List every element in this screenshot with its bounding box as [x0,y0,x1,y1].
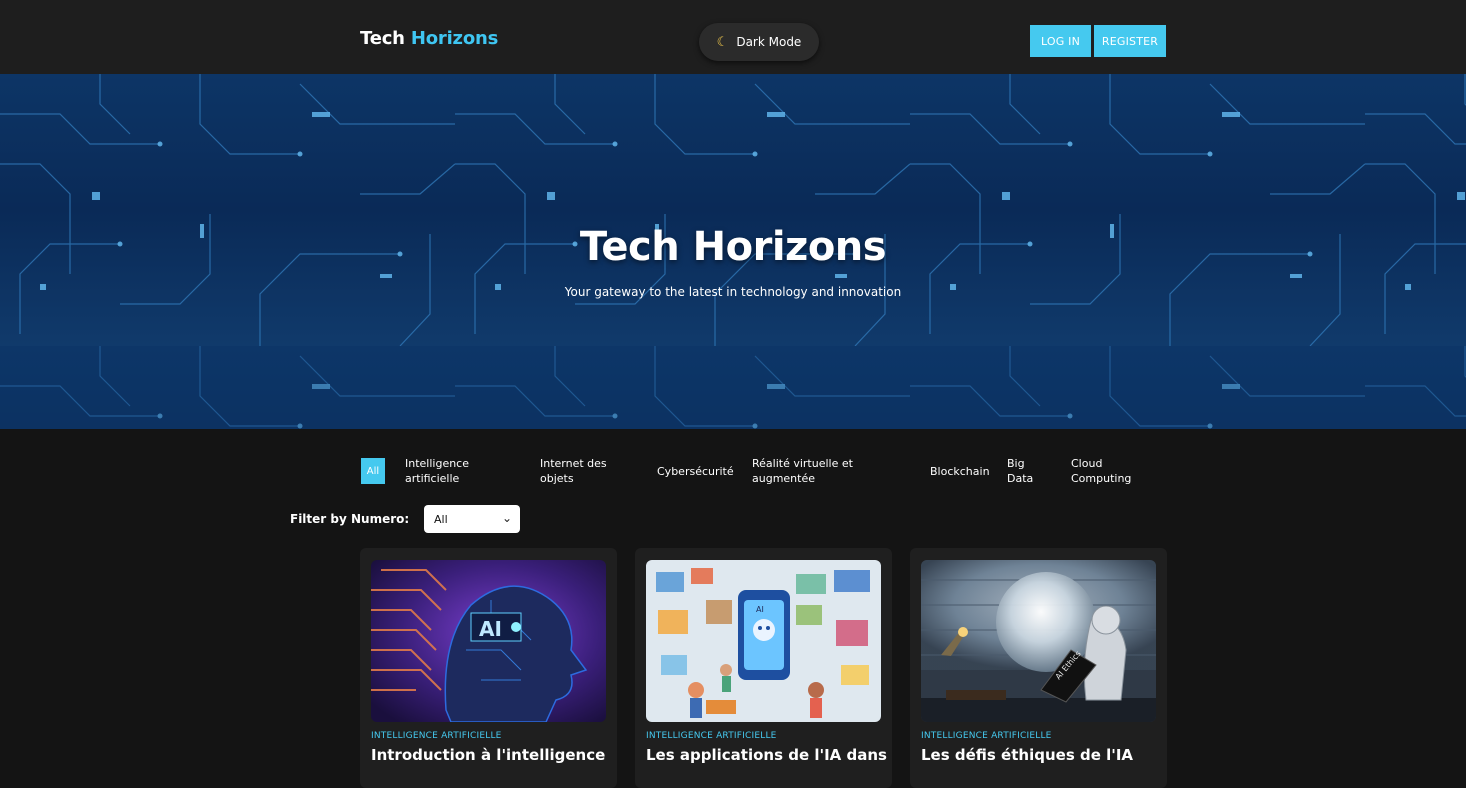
ai-ethics-image: AI Ethics [921,560,1156,722]
dark-mode-label: Dark Mode [736,35,802,49]
numero-select-value: All [434,512,448,526]
category-internet-des-objets[interactable]: Internet des objets [540,456,607,486]
top-navbar: Tech Horizons ☾ Dark Mode LOG IN REGISTE… [0,0,1466,74]
article-card[interactable]: AI INTELLIGENCE ARTIFICIELLE Les applica… [635,548,892,788]
category-label: Blockchain [930,465,990,478]
hero-title: Tech Horizons [579,224,887,270]
category-label: objets [540,472,574,485]
category-cybersecurite[interactable]: Cybersécurité [657,464,734,479]
moon-icon: ☾ [716,34,729,50]
article-card[interactable]: AI Ethics INTELLIGENCE ARTIFICIELLE Les … [910,548,1167,788]
filter-by-numero-label: Filter by Numero: [290,512,410,526]
svg-text:AI: AI [756,605,764,614]
chevron-down-icon: ⌄ [501,511,512,525]
category-label: augmentée [752,472,815,485]
category-label: Internet des [540,457,607,470]
article-thumbnail[interactable]: AI [371,560,606,722]
article-thumbnail[interactable]: AI Ethics [921,560,1156,722]
category-big-data[interactable]: Big Data [1007,456,1033,486]
brand-word-horizons: Horizons [410,28,499,49]
svg-text:AI: AI [479,617,502,641]
login-button[interactable]: LOG IN [1030,25,1091,57]
article-title[interactable]: Les applications de l'IA dans [646,746,887,764]
article-title[interactable]: Introduction à l'intelligence [371,746,605,764]
category-label: Big [1007,457,1025,470]
category-label: Cloud [1071,457,1103,470]
dark-mode-toggle[interactable]: ☾ Dark Mode [699,23,819,61]
article-category: INTELLIGENCE ARTIFICIELLE [371,731,502,741]
category-cloud-computing[interactable]: Cloud Computing [1071,456,1131,486]
register-button[interactable]: REGISTER [1094,25,1166,57]
ai-applications-image: AI [646,560,881,722]
article-card[interactable]: AI INTELLIGENCE ARTIFICIELLE Introductio… [360,548,617,788]
category-label: Cybersécurité [657,465,734,478]
numero-select[interactable]: All ⌄ [424,505,520,533]
category-label: Data [1007,472,1034,485]
article-title[interactable]: Les défis éthiques de l'IA [921,746,1133,764]
article-thumbnail[interactable]: AI [646,560,881,722]
category-intelligence-artificielle[interactable]: Intelligence artificielle [405,456,469,486]
category-label: artificielle [405,472,460,485]
article-category: INTELLIGENCE ARTIFICIELLE [646,731,777,741]
ai-head-image: AI [371,560,606,722]
brand-word-tech: Tech [360,28,405,49]
hero-subtitle: Your gateway to the latest in technology… [564,285,902,299]
hero-banner: Tech Horizons Your gateway to the latest… [0,74,1466,429]
article-category: INTELLIGENCE ARTIFICIELLE [921,731,1052,741]
category-realite-virtuelle[interactable]: Réalité virtuelle et augmentée [752,456,853,486]
category-label: Computing [1071,472,1132,485]
brand-logo[interactable]: Tech Horizons [360,28,498,49]
category-blockchain[interactable]: Blockchain [930,464,990,479]
category-label: Intelligence [405,457,470,470]
category-label: Réalité virtuelle et [752,457,853,470]
category-all-button[interactable]: All [361,458,385,484]
